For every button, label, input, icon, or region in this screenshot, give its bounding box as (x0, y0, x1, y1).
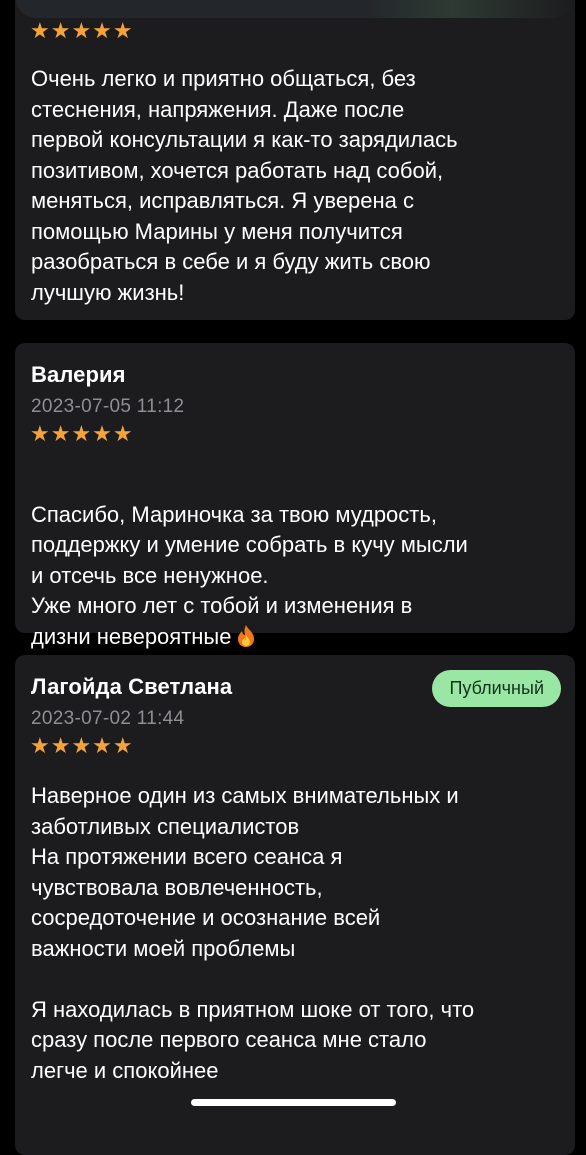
star-rating: ★★★★★ (30, 733, 134, 758)
reviews-feed[interactable]: ★★★★★ Очень легко и приятно общаться, бе… (0, 0, 586, 1155)
public-badge: Публичный (432, 670, 561, 707)
review-date: 2023-07-02 11:44 (31, 708, 185, 729)
fire-icon (235, 624, 257, 657)
review-text: Очень легко и приятно общаться, без стес… (31, 66, 458, 305)
star-rating: ★★★★★ (30, 18, 134, 43)
review-author: Лагойда Светлана (31, 674, 233, 699)
review-author: Валерия (31, 362, 126, 387)
star-rating: ★★★★★ (30, 421, 134, 446)
review-card: Лагойда Светлана Публичный 2023-07-02 11… (15, 655, 575, 1155)
top-banner (15, 0, 575, 18)
review-card: Валерия 2023-07-05 11:12 ★★★★★ Спасибо, … (15, 343, 575, 649)
review-text: Спасибо, Мариночка за твою мудрость, под… (31, 469, 561, 656)
review-text: Наверное один из самых внимательных и за… (31, 783, 475, 1083)
review-date: 2023-07-05 11:12 (31, 396, 185, 417)
review-card: ★★★★★ Очень легко и приятно общаться, бе… (15, 0, 575, 320)
home-indicator[interactable] (191, 1099, 396, 1106)
